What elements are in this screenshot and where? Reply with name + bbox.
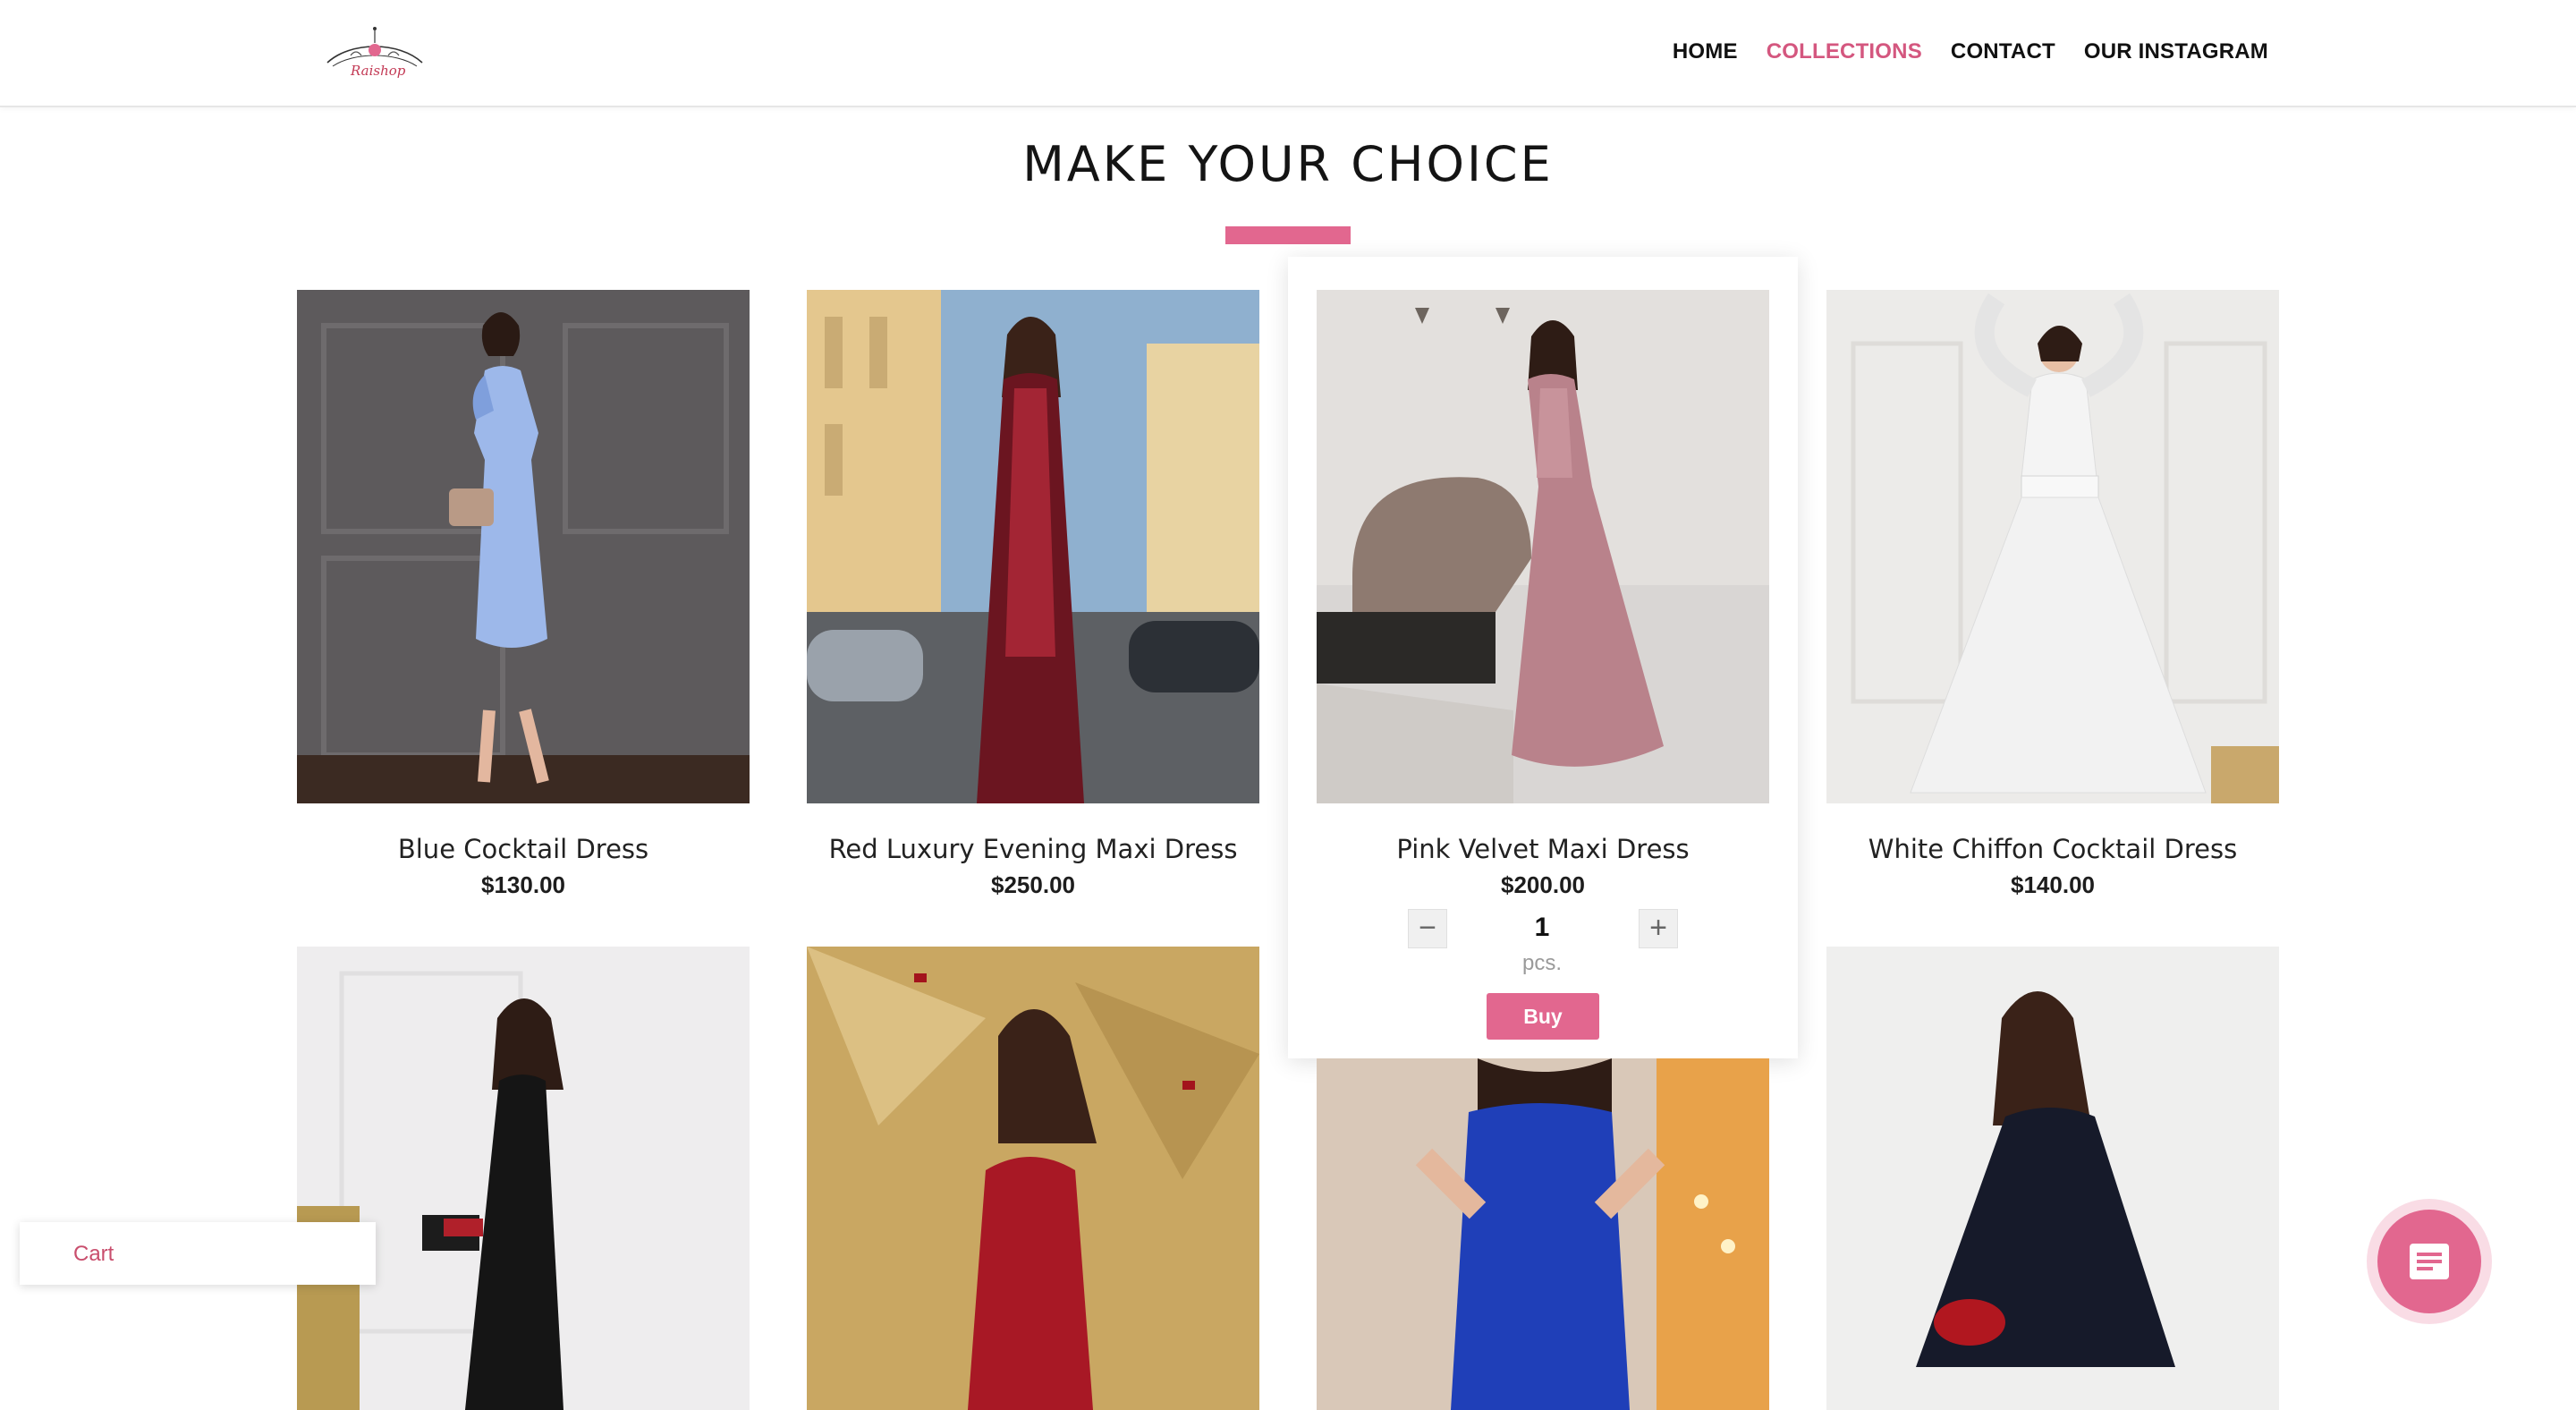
quantity-value[interactable]: 1 xyxy=(1497,913,1587,943)
product-price: $130.00 xyxy=(481,871,565,898)
product-name[interactable]: Pink Velvet Maxi Dress xyxy=(1281,834,1805,864)
product-price: $140.00 xyxy=(2011,871,2095,898)
product-card[interactable] xyxy=(1317,1058,1769,1410)
nav-collections[interactable]: COLLECTIONS xyxy=(1767,39,1922,64)
nav-contact[interactable]: CONTACT xyxy=(1951,39,2055,64)
nav-instagram[interactable]: OUR INSTAGRAM xyxy=(2084,39,2268,64)
product-card[interactable] xyxy=(807,947,1259,1410)
product-photo[interactable] xyxy=(1317,290,1769,803)
product-photo[interactable] xyxy=(1317,1058,1769,1410)
product-name[interactable]: Red Luxury Evening Maxi Dress xyxy=(771,834,1295,864)
product-price: $200.00 xyxy=(1501,871,1585,898)
product-photo[interactable] xyxy=(1826,947,2279,1410)
product-card[interactable] xyxy=(1826,947,2279,1410)
chat-button[interactable] xyxy=(2367,1199,2492,1324)
nav-home[interactable]: HOME xyxy=(1673,39,1738,64)
product-name[interactable]: White Chiffon Cocktail Dress xyxy=(1791,834,2315,864)
quantity-decrease-button[interactable]: − xyxy=(1408,909,1447,948)
cart-label: Cart xyxy=(73,1242,114,1266)
site-header: Raishop HOME COLLECTIONS CONTACT OUR INS… xyxy=(0,0,2576,107)
main-nav: HOME COLLECTIONS CONTACT OUR INSTAGRAM xyxy=(1673,39,2268,64)
product-card[interactable]: Blue Cocktail Dress $130.00 xyxy=(297,290,750,898)
product-photo[interactable] xyxy=(297,290,750,803)
section-title: MAKE YOUR CHOICE xyxy=(1022,136,1554,192)
buy-button[interactable]: Buy xyxy=(1487,993,1599,1040)
product-photo[interactable] xyxy=(1826,290,2279,803)
product-photo[interactable] xyxy=(807,290,1259,803)
product-card[interactable] xyxy=(297,947,750,1410)
title-underline xyxy=(1225,226,1351,244)
product-card-selected[interactable]: Pink Velvet Maxi Dress $200.00 xyxy=(1317,290,1769,898)
product-card[interactable]: White Chiffon Cocktail Dress $140.00 xyxy=(1826,290,2279,898)
quantity-stepper: − 1 + xyxy=(1408,909,1678,948)
quantity-unit: pcs. xyxy=(1521,951,1562,975)
message-icon xyxy=(2410,1244,2449,1279)
product-name[interactable]: Blue Cocktail Dress xyxy=(261,834,785,864)
logo-text: Raishop xyxy=(351,63,406,79)
product-photo[interactable] xyxy=(807,947,1259,1410)
product-card[interactable]: Red Luxury Evening Maxi Dress $250.00 xyxy=(807,290,1259,898)
quantity-increase-button[interactable]: + xyxy=(1639,909,1678,948)
product-photo[interactable] xyxy=(297,947,750,1410)
cart-widget[interactable]: Cart xyxy=(20,1222,376,1285)
product-price: $250.00 xyxy=(991,871,1075,898)
